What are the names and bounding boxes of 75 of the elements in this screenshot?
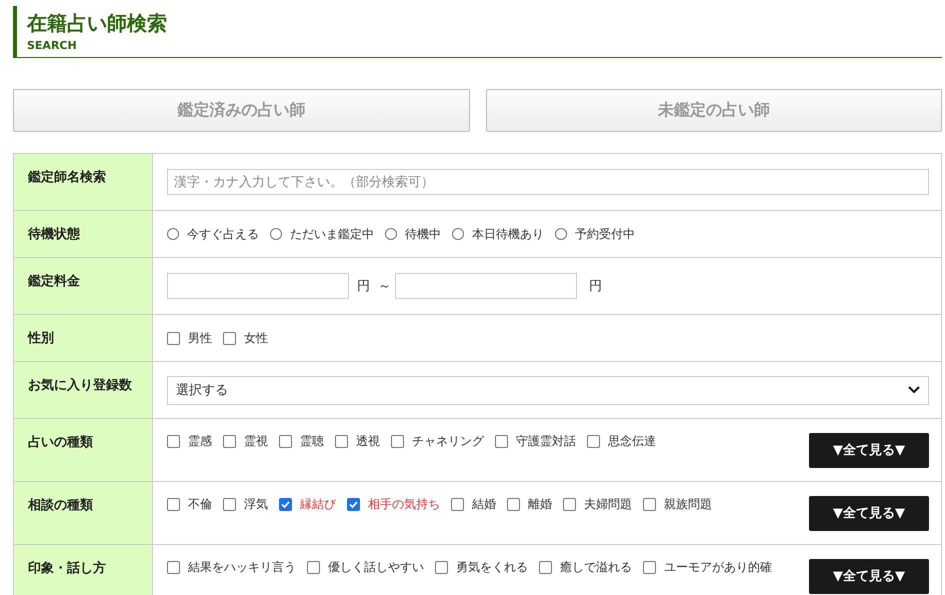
checkbox[interactable] — [643, 561, 656, 574]
field-label: 性別 — [14, 315, 153, 361]
unit-label: 円 — [589, 278, 602, 295]
checkbox[interactable] — [435, 561, 448, 574]
option-label: 結果をハッキリ言う — [188, 559, 296, 576]
option-label: 女性 — [244, 330, 268, 346]
radio-button[interactable] — [452, 228, 464, 240]
option-label: 癒しで溢れる — [560, 559, 632, 576]
option-label: 霊聴 — [300, 433, 324, 450]
option-label: 守護霊対話 — [516, 433, 576, 450]
checkbox[interactable] — [167, 435, 180, 448]
checkbox[interactable] — [307, 561, 320, 574]
option-label: 今すぐ占える — [187, 226, 259, 242]
field-label: 占いの種類 — [14, 419, 153, 481]
checkbox[interactable] — [495, 435, 508, 448]
option-label: 透視 — [356, 433, 380, 450]
option-label: 待機中 — [405, 226, 441, 242]
checkbox[interactable] — [167, 332, 180, 344]
price-field[interactable] — [167, 273, 349, 299]
option-label: 霊感 — [188, 433, 212, 450]
unit-label: 円 — [357, 278, 370, 295]
checkbox[interactable] — [223, 435, 236, 448]
favorites-select[interactable]: 選択する — [167, 376, 929, 404]
option-label: 男性 — [188, 330, 212, 346]
field-label: 印象・話し方 — [14, 545, 153, 595]
option-label: 相手の気持ち — [368, 496, 440, 513]
price-field[interactable] — [395, 273, 577, 299]
option-label: 霊視 — [244, 433, 268, 450]
checkbox[interactable] — [391, 435, 404, 448]
checkbox[interactable] — [223, 332, 236, 344]
option-label: 浮気 — [244, 496, 268, 513]
page-title: 在籍占い師検索 — [27, 10, 168, 36]
field-label: 相談の種類 — [14, 482, 153, 544]
checkbox[interactable] — [563, 498, 576, 511]
option-label: チャネリング — [412, 433, 484, 450]
checkbox[interactable] — [451, 498, 464, 511]
field-label: 鑑定料金 — [14, 258, 153, 314]
option-label: 勇気をくれる — [456, 559, 528, 576]
show-all-button[interactable]: ▼全て見る▼ — [809, 496, 929, 530]
checkbox[interactable] — [167, 498, 180, 511]
option-label: 結婚 — [472, 496, 496, 513]
option-label: 不倫 — [188, 496, 212, 513]
option-label: 縁結び — [300, 496, 336, 513]
checkbox[interactable] — [539, 561, 552, 574]
checkbox[interactable] — [167, 561, 180, 574]
option-label: 予約受付中 — [575, 226, 635, 242]
checkbox[interactable] — [223, 498, 236, 511]
show-all-button[interactable]: ▼全て見る▼ — [809, 432, 929, 468]
checkbox[interactable] — [643, 498, 656, 511]
radio-button[interactable] — [270, 228, 282, 240]
radio-button[interactable] — [555, 228, 567, 240]
radio-button[interactable] — [385, 228, 397, 240]
show-all-button[interactable]: ▼全て見る▼ — [809, 558, 929, 594]
field-label: 待機状態 — [14, 211, 153, 257]
option-label: 夫婦問題 — [584, 496, 632, 513]
option-label: 親族問題 — [664, 496, 712, 513]
radio-button[interactable] — [167, 228, 179, 240]
chevron-down-icon — [908, 386, 920, 394]
range-separator: ～ — [378, 278, 391, 295]
checkbox[interactable] — [587, 435, 600, 448]
option-label: 本日待機あり — [472, 226, 544, 242]
option-label: 思念伝達 — [608, 433, 656, 450]
option-label: 優しく話しやすい — [328, 559, 424, 576]
checkbox[interactable] — [279, 435, 292, 448]
option-label: ただいま鑑定中 — [290, 226, 374, 242]
checkbox[interactable] — [347, 498, 360, 511]
field-label: お気に入り登録数 — [14, 362, 153, 418]
checkbox[interactable] — [335, 435, 348, 448]
field-label: 鑑定師名検索 — [14, 154, 153, 210]
option-label: 離婚 — [528, 496, 552, 513]
option-label: ユーモアがあり的確 — [664, 559, 772, 576]
name-search-field[interactable]: 漢字・カナ入力して下さい。（部分検索可） — [167, 169, 929, 195]
checkbox[interactable] — [507, 498, 520, 511]
checkbox[interactable] — [279, 498, 292, 511]
page-subtitle: SEARCH — [27, 39, 78, 52]
